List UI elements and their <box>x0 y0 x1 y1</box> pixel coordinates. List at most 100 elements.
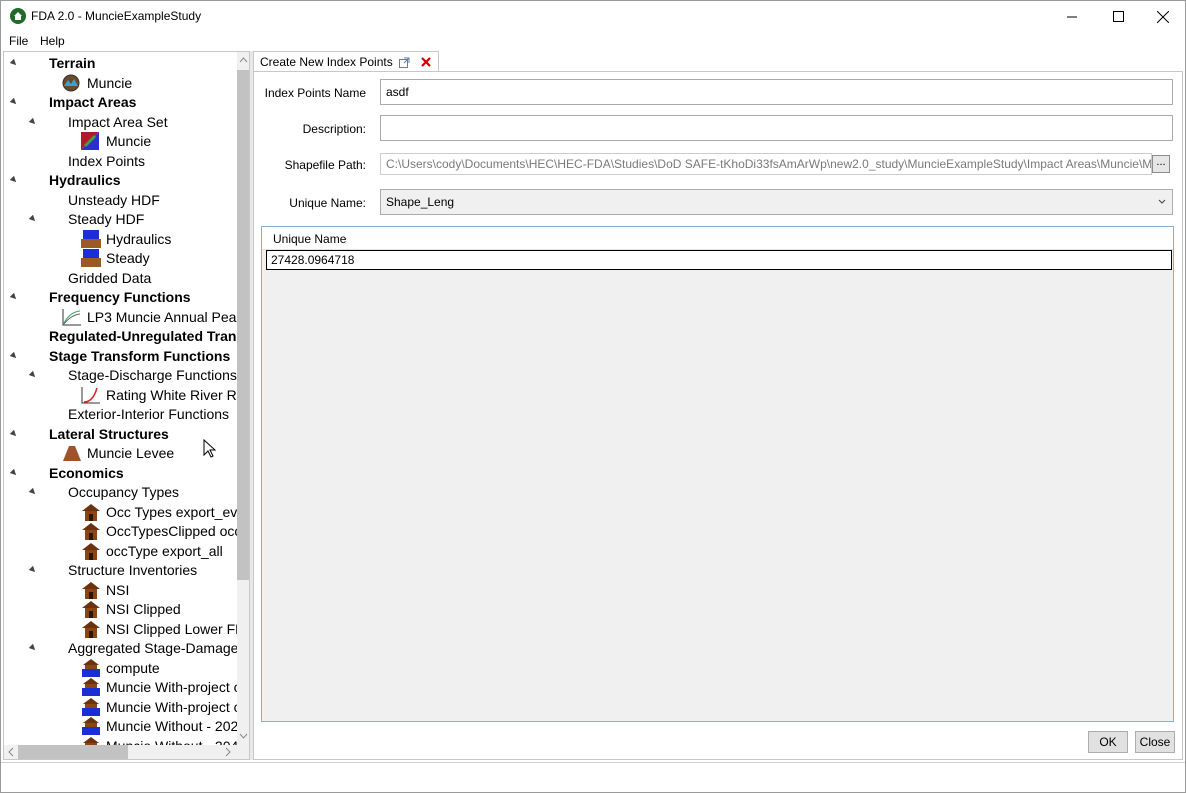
tree-item[interactable]: Economics <box>4 463 236 483</box>
tree-item[interactable]: Rating White River Ratin <box>4 385 249 405</box>
ok-button[interactable]: OK <box>1088 731 1128 753</box>
tree-vertical-scrollbar[interactable] <box>237 52 249 745</box>
unique-name-label: Unique Name: <box>289 196 366 210</box>
tree-item[interactable]: NSI Clipped Lower FH <box>4 619 245 639</box>
tree-expander-icon[interactable] <box>28 370 38 380</box>
tree-expander-icon[interactable] <box>9 97 19 107</box>
close-button[interactable]: Close <box>1135 731 1175 753</box>
tree-item[interactable]: compute <box>4 658 236 678</box>
tree-item-label: Rating White River Ratin <box>106 387 250 403</box>
tree-horizontal-scroll-thumb[interactable] <box>18 745 128 759</box>
index-points-name-label: Index Points Name <box>264 86 366 100</box>
tree-item[interactable]: Muncie Levee <box>4 443 236 463</box>
tree-expander-icon[interactable] <box>9 351 19 361</box>
tree-item[interactable]: Hydraulics <box>4 170 236 190</box>
tree-vertical-scroll-thumb[interactable] <box>237 70 249 580</box>
tree-item-label: Muncie With-project co <box>106 679 249 695</box>
tree-expander-icon[interactable] <box>28 643 38 653</box>
tree-item[interactable]: Lateral Structures <box>4 424 236 444</box>
tree-item-label: Muncie Levee <box>87 445 175 461</box>
shapefile-path-input[interactable]: C:\Users\cody\Documents\HEC\HEC-FDA\Stud… <box>380 153 1152 175</box>
tree-expander-icon[interactable] <box>9 175 19 185</box>
tree-item-label: Lateral Structures <box>49 426 169 442</box>
tree-item[interactable]: Frequency Functions <box>4 287 236 307</box>
tree-item[interactable]: Terrain <box>4 53 236 73</box>
maximize-icon <box>1112 11 1124 22</box>
tree-item[interactable]: Impact Area Set <box>4 112 236 132</box>
tree-item-label: Hydraulics <box>106 231 172 247</box>
tree-item[interactable]: Regulated-Unregulated Tran <box>4 326 236 346</box>
tree-item[interactable]: Muncie With-project co <box>4 697 248 717</box>
menu-help[interactable]: Help <box>40 34 65 48</box>
mouse-cursor-icon <box>203 439 217 458</box>
browse-button[interactable]: ... <box>1152 155 1170 173</box>
grid-header-unique-name[interactable]: Unique Name <box>273 232 346 246</box>
grid-cell[interactable]: 27428.0964718 <box>271 253 354 267</box>
create-index-points-form: Index Points Name asdf Description: Shap… <box>253 71 1183 760</box>
tree-expander-icon[interactable] <box>9 429 19 439</box>
tree-expander-icon[interactable] <box>9 468 19 478</box>
tree-item[interactable]: LP3 Muncie Annual Peak Fl <box>4 307 249 327</box>
levee-icon <box>62 444 81 462</box>
tree-item-label: Steady HDF <box>68 211 145 227</box>
tree-item[interactable]: Impact Areas <box>4 92 236 112</box>
tree-expander-icon[interactable] <box>28 117 38 127</box>
tree-expander-icon[interactable] <box>28 565 38 575</box>
tree-item[interactable]: Structure Inventories <box>4 560 236 580</box>
tab-create-new-index-points[interactable]: Create New Index Points <box>253 51 439 72</box>
window-title: FDA 2.0 - MuncieExampleStudy <box>31 9 202 23</box>
tree-item[interactable]: Index Points <box>4 151 236 171</box>
application-window: FDA 2.0 - MuncieExampleStudy File Help T… <box>0 0 1186 793</box>
table-row[interactable]: 27428.0964718 <box>266 250 1172 270</box>
tree-item[interactable]: Stage Transform Functions <box>4 346 236 366</box>
tree-item-label: Terrain <box>49 55 96 71</box>
tree-item[interactable]: Occ Types export_every <box>4 502 249 522</box>
unique-name-dropdown[interactable]: Shape_Leng <box>380 189 1173 215</box>
tree-item[interactable]: OccTypesClipped occTyp <box>4 521 249 541</box>
description-label: Description: <box>302 122 366 136</box>
tree-item[interactable]: Muncie With-project co <box>4 677 248 697</box>
tree-item[interactable]: Muncie <box>4 73 236 93</box>
tree-item[interactable]: Muncie Without - 2025 <box>4 716 246 736</box>
tree-expander-icon[interactable] <box>9 292 19 302</box>
tree-item-label: Unsteady HDF <box>68 192 160 208</box>
tree-item-label: OccTypesClipped occTyp <box>106 523 250 539</box>
tree-item[interactable]: Steady <box>4 248 236 268</box>
house-icon <box>81 620 100 638</box>
unique-name-grid: Unique Name 27428.0964718 <box>261 226 1174 722</box>
menu-file[interactable]: File <box>9 34 28 48</box>
tree-item-label: Steady <box>106 250 150 266</box>
index-points-name-input[interactable]: asdf <box>380 79 1173 105</box>
tree-item[interactable]: Exterior-Interior Functions <box>4 404 236 424</box>
tree-item-label: LP3 Muncie Annual Peak Fl <box>87 309 250 325</box>
tree-item-label: Frequency Functions <box>49 289 191 305</box>
tree-item[interactable]: Gridded Data <box>4 268 236 288</box>
pop-out-icon[interactable] <box>399 57 410 68</box>
tree-item[interactable]: Occupancy Types <box>4 482 236 502</box>
stage-damage-icon <box>81 698 100 716</box>
close-tab-icon[interactable] <box>421 57 431 67</box>
tree-item[interactable]: Unsteady HDF <box>4 190 236 210</box>
tree-expander-icon[interactable] <box>28 487 38 497</box>
tree-item[interactable]: occType export_all <box>4 541 236 561</box>
tree-expander-icon[interactable] <box>28 214 38 224</box>
close-window-button[interactable] <box>1140 1 1186 32</box>
tree-item[interactable]: NSI Clipped <box>4 599 236 619</box>
tree-item[interactable]: Stage-Discharge Functions <box>4 365 237 385</box>
tree-horizontal-scrollbar[interactable] <box>4 745 237 759</box>
unique-name-selected-value: Shape_Leng <box>386 195 455 209</box>
tree-item-label: Occ Types export_every <box>106 504 250 520</box>
tree-item[interactable]: Steady HDF <box>4 209 236 229</box>
tree-item-label: Exterior-Interior Functions <box>68 406 230 422</box>
maximize-button[interactable] <box>1095 1 1141 32</box>
tree-item[interactable]: Hydraulics <box>4 229 236 249</box>
tree-item[interactable]: NSI <box>4 580 236 600</box>
tree-item-label: NSI Clipped Lower FH <box>106 621 246 637</box>
tree-item[interactable]: Muncie <box>4 131 236 151</box>
minimize-button[interactable] <box>1049 1 1095 32</box>
description-input[interactable] <box>380 115 1173 141</box>
tree-item[interactable]: Aggregated Stage-Damage <box>4 638 238 658</box>
tree-expander-icon[interactable] <box>9 58 19 68</box>
hydraulics-icon <box>81 249 101 267</box>
tree-item-label: Impact Area Set <box>68 114 168 130</box>
